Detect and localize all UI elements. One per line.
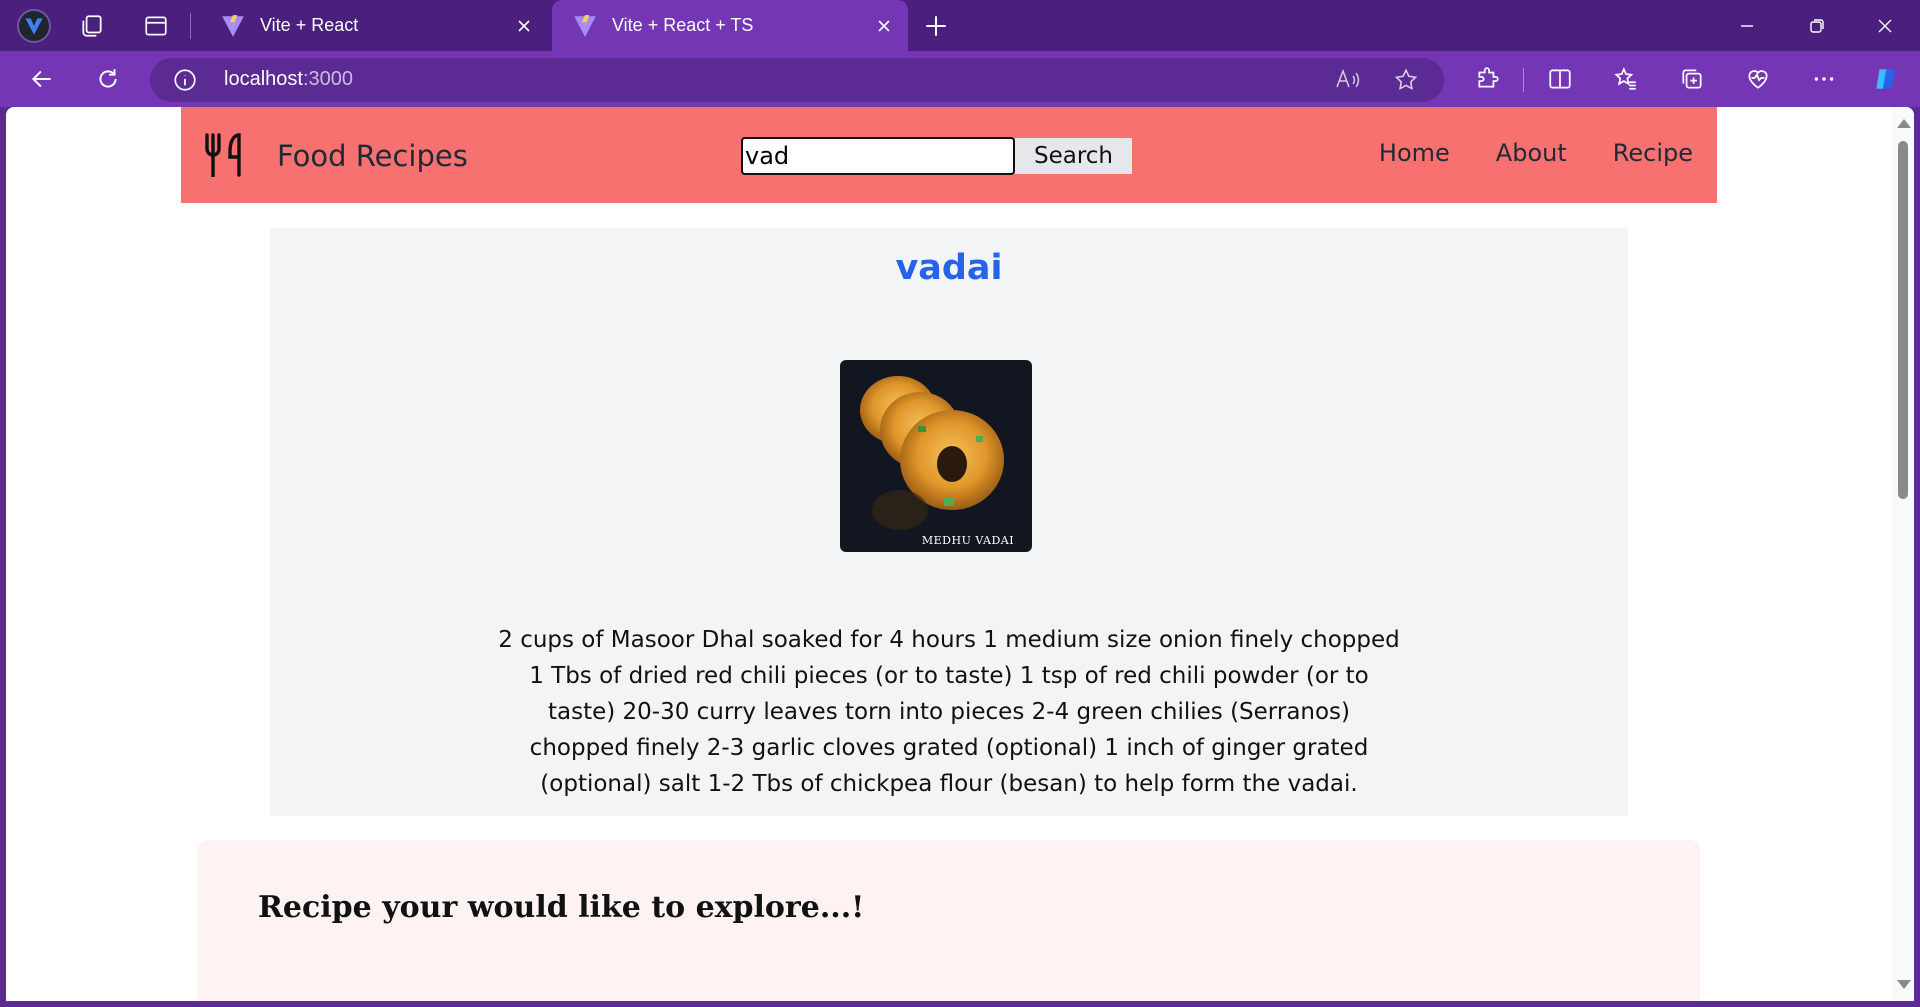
- explore-section: Recipe your would like to explore...!: [198, 840, 1700, 1001]
- profile-avatar[interactable]: [14, 6, 54, 46]
- tab-vite-react-ts[interactable]: Vite + React + TS: [552, 0, 908, 51]
- url-port: :3000: [302, 68, 353, 90]
- close-icon[interactable]: [870, 12, 898, 40]
- info-icon[interactable]: [172, 67, 198, 93]
- avatar-icon: [17, 9, 51, 43]
- tab-vite-react[interactable]: Vite + React: [200, 0, 548, 51]
- reload-icon[interactable]: [88, 59, 128, 99]
- page-viewport: Food Recipes Search Home About Recipe va…: [6, 107, 1914, 1001]
- close-icon[interactable]: [510, 12, 538, 40]
- site-title[interactable]: Food Recipes: [277, 139, 468, 173]
- image-caption: MEDHU VADAI: [922, 534, 1014, 547]
- tab-title: Vite + React: [260, 15, 359, 35]
- nav-link-home[interactable]: Home: [1379, 139, 1450, 167]
- recipe-title: vadai: [895, 248, 1003, 288]
- restore-icon[interactable]: [1784, 0, 1850, 51]
- site-navbar: Food Recipes Search Home About Recipe: [181, 107, 1717, 203]
- back-arrow-icon[interactable]: [22, 59, 62, 99]
- explore-title: Recipe your would like to explore...!: [258, 890, 865, 925]
- extensions-icon[interactable]: [1468, 59, 1508, 99]
- browser-tab-strip: Vite + React Vite + React + TS: [0, 0, 1920, 51]
- toolbar-separator: [1523, 68, 1524, 92]
- vite-favicon-icon: [574, 14, 596, 37]
- tab-actions-icon[interactable]: [136, 6, 176, 46]
- read-aloud-icon[interactable]: [1334, 67, 1362, 93]
- browser-essentials-icon[interactable]: [1738, 59, 1778, 99]
- window-close-icon[interactable]: [1852, 0, 1918, 51]
- favorites-icon[interactable]: [1606, 59, 1646, 99]
- url-text: localhost:3000: [224, 68, 353, 91]
- search-input[interactable]: [741, 137, 1015, 175]
- scroll-up-arrow-icon[interactable]: [1897, 119, 1911, 128]
- split-screen-icon[interactable]: [1540, 59, 1580, 99]
- search-button[interactable]: Search: [1015, 138, 1132, 174]
- scrollbar[interactable]: [1892, 107, 1914, 1001]
- scroll-down-arrow-icon[interactable]: [1897, 980, 1911, 989]
- recipe-description: 2 cups of Masoor Dhal soaked for 4 hours…: [498, 627, 1400, 797]
- nav-link-recipe[interactable]: Recipe: [1613, 139, 1693, 167]
- recipe-card: vadai MEDHU VADAI 2 cups of Masoor Dhal …: [270, 228, 1628, 816]
- tab-title: Vite + React + TS: [612, 15, 754, 35]
- copilot-icon[interactable]: [1866, 59, 1906, 99]
- more-options-icon[interactable]: [1804, 59, 1844, 99]
- favorite-star-icon[interactable]: [1392, 67, 1420, 93]
- nav-link-about[interactable]: About: [1496, 139, 1567, 167]
- tab-separator: [190, 13, 191, 39]
- recipe-image: MEDHU VADAI: [840, 360, 1032, 552]
- collections-icon[interactable]: [1672, 59, 1712, 99]
- nav-links: Home About Recipe: [1379, 139, 1693, 167]
- minimize-icon[interactable]: [1714, 0, 1780, 51]
- address-bar[interactable]: localhost:3000: [150, 58, 1444, 102]
- workspaces-icon[interactable]: [72, 6, 112, 46]
- browser-toolbar: localhost:3000: [0, 51, 1920, 107]
- new-tab-icon[interactable]: [916, 6, 956, 46]
- scroll-thumb[interactable]: [1898, 141, 1908, 499]
- utensils-icon[interactable]: [203, 131, 247, 177]
- url-host: localhost: [224, 68, 303, 90]
- vite-favicon-icon: [222, 14, 244, 37]
